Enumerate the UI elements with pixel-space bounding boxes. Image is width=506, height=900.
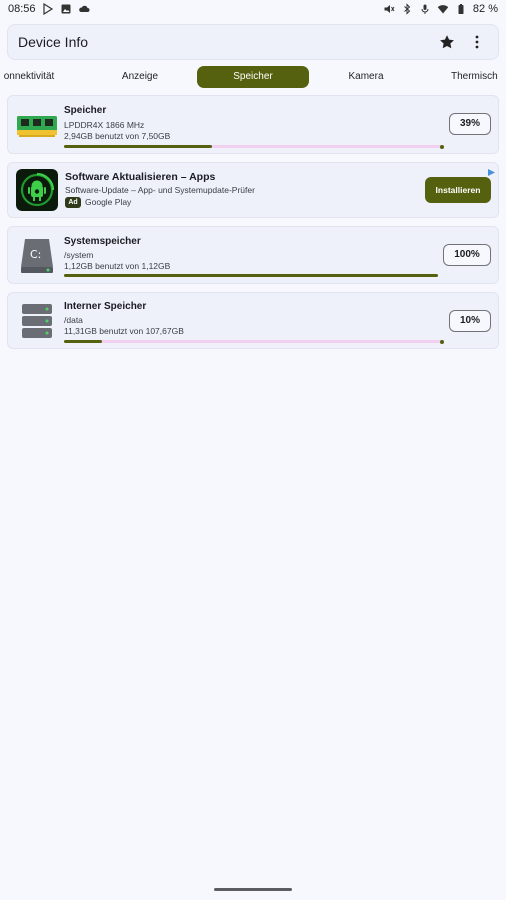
- internal-storage-card[interactable]: Interner Speicher /data 11,31GB benutzt …: [7, 292, 499, 349]
- gesture-nav-handle[interactable]: [214, 888, 292, 891]
- tab-konnektivitaet[interactable]: onnektivität: [0, 66, 60, 88]
- system-storage-usage: 1,12GB benutzt von 1,12GB: [64, 261, 171, 271]
- mute-icon: [383, 3, 395, 15]
- internal-storage-progress-bar: [64, 339, 444, 344]
- more-vert-icon: [475, 35, 479, 49]
- status-time: 08:56: [8, 3, 36, 15]
- ram-chip-icon: [16, 105, 58, 147]
- ad-choices-icon[interactable]: [487, 164, 496, 176]
- tab-thermisch[interactable]: Thermisch: [451, 66, 506, 88]
- internal-storage-usage: 11,31GB benutzt von 107,67GB: [64, 326, 184, 336]
- app-bar: Device Info: [7, 24, 499, 60]
- star-icon: [440, 35, 454, 49]
- play-store-icon: [42, 3, 54, 15]
- battery-level: 82 %: [472, 3, 498, 15]
- app-title: Device Info: [18, 34, 89, 50]
- system-storage-path: /system: [64, 250, 94, 260]
- ad-title: Software Aktualisieren – Apps: [65, 171, 216, 183]
- internal-storage-progress-fill: [64, 340, 102, 343]
- tab-bar: onnektivität Anzeige Speicher Kamera The…: [0, 66, 506, 88]
- ad-badge: Ad: [65, 197, 81, 208]
- ram-card[interactable]: Speicher LPDDR4X 1866 MHz 2,94GB benutzt…: [7, 95, 499, 154]
- mic-icon: [419, 3, 431, 15]
- install-button[interactable]: Installieren: [425, 177, 491, 203]
- wifi-icon: [437, 3, 449, 15]
- ram-usage: 2,94GB benutzt von 7,50GB: [64, 131, 171, 141]
- tab-anzeige[interactable]: Anzeige: [112, 66, 168, 88]
- internal-storage-path: /data: [64, 315, 83, 325]
- overflow-menu-button[interactable]: [466, 31, 488, 53]
- svg-text:C:: C:: [30, 248, 41, 261]
- favorite-button[interactable]: [436, 31, 458, 53]
- ram-progress-bar: [64, 144, 444, 149]
- cloud-icon: [78, 3, 90, 15]
- ad-card[interactable]: Software Aktualisieren – Apps Software-U…: [7, 162, 499, 218]
- status-bar: 08:56 82 %: [0, 0, 506, 18]
- system-storage-title: Systemspeicher: [64, 236, 141, 247]
- system-storage-percent-badge: 100%: [443, 244, 491, 266]
- system-storage-progress-fill: [64, 274, 438, 277]
- ram-progress-fill: [64, 145, 213, 148]
- ram-progress-end-dot: [440, 144, 444, 149]
- image-notification-icon: [60, 3, 72, 15]
- internal-storage-progress-end-dot: [440, 339, 444, 344]
- tab-kamera[interactable]: Kamera: [340, 66, 392, 88]
- battery-icon: [455, 3, 467, 15]
- server-storage-icon: [16, 300, 58, 342]
- internal-storage-percent-badge: 10%: [449, 310, 491, 332]
- system-storage-card[interactable]: C: Systemspeicher /system 1,12GB benutzt…: [7, 226, 499, 284]
- ad-description: Software-Update – App- und Systemupdate-…: [65, 185, 255, 195]
- ram-title: Speicher: [64, 105, 107, 116]
- app-update-logo-icon: [16, 169, 58, 211]
- system-drive-icon: C:: [16, 234, 58, 276]
- bluetooth-icon: [401, 3, 413, 15]
- ad-store-name: Google Play: [85, 197, 132, 207]
- ram-percent-badge: 39%: [449, 113, 491, 135]
- internal-storage-title: Interner Speicher: [64, 301, 147, 312]
- tab-speicher[interactable]: Speicher: [197, 66, 309, 88]
- ram-type: LPDDR4X 1866 MHz: [64, 120, 145, 130]
- system-storage-progress-bar: [64, 274, 438, 277]
